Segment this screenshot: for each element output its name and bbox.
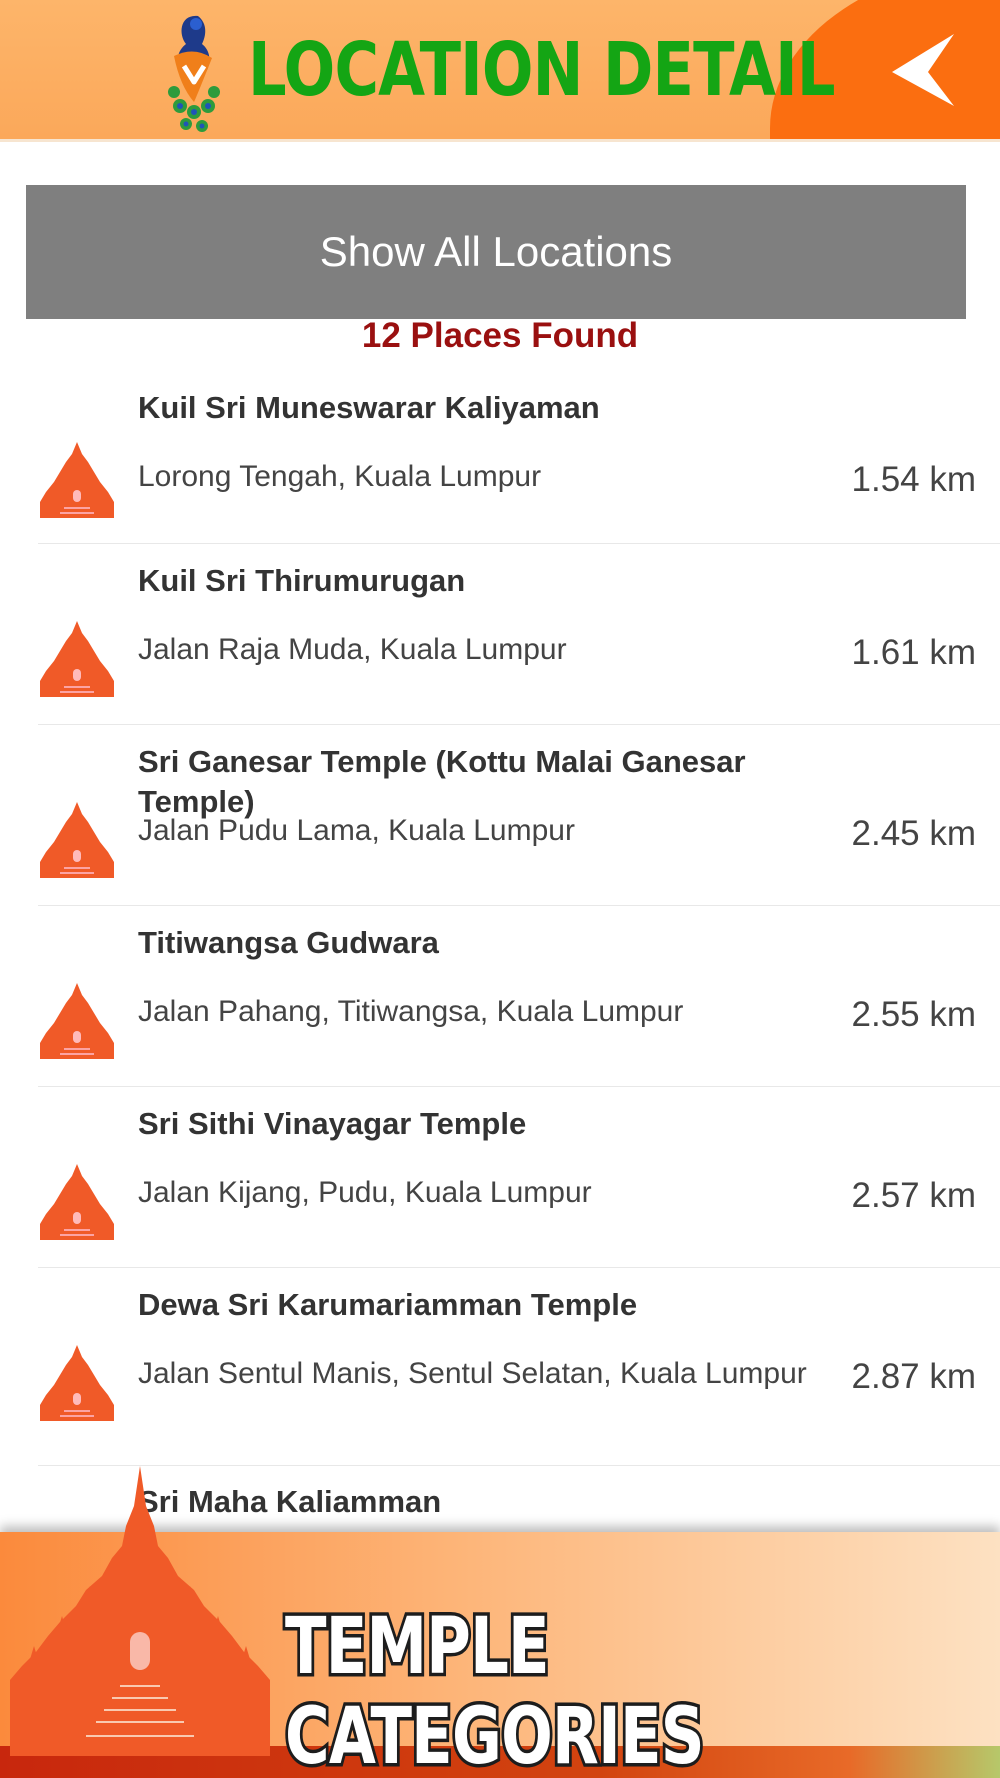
location-distance: 1.54 km — [851, 460, 977, 499]
location-distance: 2.87 km — [851, 1357, 977, 1396]
location-address: Jalan Kijang, Pudu, Kuala Lumpur — [138, 1176, 592, 1209]
location-distance: 1.61 km — [851, 633, 977, 672]
location-address: Jalan Pahang, Titiwangsa, Kuala Lumpur — [138, 995, 684, 1028]
location-address: Jalan Raja Muda, Kuala Lumpur — [138, 633, 567, 666]
peacock-logo-icon — [168, 15, 220, 132]
location-name: Sri Sithi Vinayagar Temple — [138, 1106, 527, 1141]
list-item[interactable]: Sri Sithi Vinayagar Temple Jalan Kijang,… — [38, 1087, 1000, 1268]
location-name: Sri Ganesar Temple (Kottu Malai Ganesar … — [138, 744, 746, 819]
location-address: Jalan Sentul Manis, Sentul Selatan, Kual… — [138, 1357, 807, 1390]
location-list: Kuil Sri Muneswarar Kaliyaman Lorong Ten… — [0, 372, 1000, 1586]
location-name: Titiwangsa Gudwara — [138, 925, 439, 960]
list-item[interactable]: Dewa Sri Karumariamman Temple Jalan Sent… — [38, 1268, 1000, 1466]
location-address: Jalan Pudu Lama, Kuala Lumpur — [138, 814, 575, 847]
temple-icon — [40, 1164, 114, 1240]
location-name: Kuil Sri Thirumurugan — [138, 563, 466, 598]
location-name: Kuil Sri Muneswarar Kaliyaman — [138, 390, 600, 425]
list-item[interactable]: Kuil Sri Thirumurugan Jalan Raja Muda, K… — [38, 544, 1000, 725]
header-bar: LOCATION DETAIL — [0, 0, 1000, 142]
location-distance: 2.57 km — [851, 1176, 977, 1215]
back-arrow-icon[interactable] — [888, 32, 958, 108]
show-all-locations-button[interactable]: Show All Locations — [26, 185, 966, 319]
location-distance: 2.55 km — [851, 995, 977, 1034]
temple-icon — [40, 983, 114, 1059]
list-item[interactable]: Sri Ganesar Temple (Kottu Malai Ganesar … — [38, 725, 1000, 906]
location-name: Dewa Sri Karumariamman Temple — [138, 1287, 638, 1322]
list-item[interactable]: Titiwangsa Gudwara Jalan Pahang, Titiwan… — [38, 906, 1000, 1087]
page-title: LOCATION DETAIL — [248, 27, 836, 113]
location-distance: 2.45 km — [851, 814, 977, 853]
list-item[interactable]: Kuil Sri Muneswarar Kaliyaman Lorong Ten… — [38, 372, 1000, 544]
temple-icon — [40, 621, 114, 697]
temple-icon — [10, 1466, 270, 1756]
location-address: Lorong Tengah, Kuala Lumpur — [138, 460, 542, 493]
banner-title: TEMPLE CATEGORIES — [282, 1599, 707, 1778]
temple-icon — [40, 442, 114, 518]
places-found-count: 12 Places Found — [361, 316, 639, 355]
temple-icon — [40, 802, 114, 878]
temple-icon — [40, 1345, 114, 1421]
